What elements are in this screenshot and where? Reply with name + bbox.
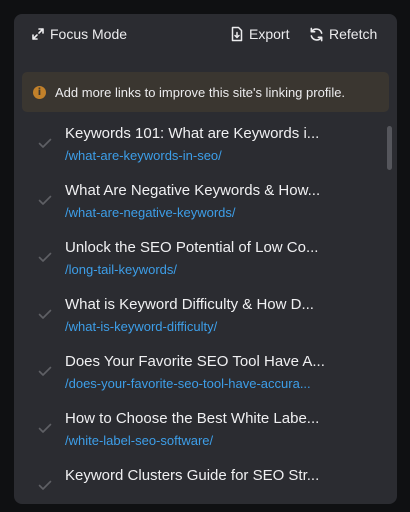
scrollbar-thumb[interactable] [387,126,392,170]
info-icon: i [33,85,46,99]
list-item[interactable]: How to Choose the Best White Labe... /wh… [22,403,382,460]
export-label: Export [249,26,290,42]
check-icon [38,421,52,439]
item-title: Keyword Clusters Guide for SEO Str... [65,467,320,484]
list-item[interactable]: Does Your Favorite SEO Tool Have A... /d… [22,346,382,403]
expand-icon [31,27,45,41]
list-item[interactable]: Keyword Clusters Guide for SEO Str... [22,460,382,504]
list-item[interactable]: What Are Negative Keywords & How... /wha… [22,175,382,232]
list-item[interactable]: What is Keyword Difficulty & How D... /w… [22,289,382,346]
item-url-link[interactable]: /does-your-favorite-seo-tool-have-accura… [65,376,350,391]
check-icon [38,307,52,325]
item-url-link[interactable]: /white-label-seo-software/ [65,433,350,448]
focus-mode-label: Focus Mode [50,26,128,42]
item-url-link[interactable]: /what-are-keywords-in-seo/ [65,148,350,163]
link-list: Keywords 101: What are Keywords i... /wh… [22,118,389,504]
item-url-link[interactable]: /what-is-keyword-difficulty/ [65,319,350,334]
item-url-link[interactable]: /what-are-negative-keywords/ [65,205,350,220]
check-icon [38,478,52,496]
links-panel: Focus Mode Export Refetch i Add more lin… [14,14,397,504]
notice-text: Add more links to improve this site's li… [55,84,346,100]
item-title: Keywords 101: What are Keywords i... [65,125,320,142]
linking-notice: i Add more links to improve this site's … [22,72,389,112]
list-item[interactable]: Unlock the SEO Potential of Low Co... /l… [22,232,382,289]
focus-mode-button[interactable]: Focus Mode [31,26,127,42]
item-url-link[interactable]: /long-tail-keywords/ [65,262,350,277]
item-title: Does Your Favorite SEO Tool Have A... [65,353,325,370]
refresh-icon [309,27,324,42]
refetch-button[interactable]: Refetch [309,26,377,42]
list-item[interactable]: Keywords 101: What are Keywords i... /wh… [22,118,382,175]
check-icon [38,136,52,154]
scrollbar[interactable] [387,126,392,504]
file-export-icon [230,26,244,42]
check-icon [38,364,52,382]
check-icon [38,193,52,211]
toolbar: Focus Mode Export Refetch [14,14,397,58]
export-button[interactable]: Export [230,26,289,42]
item-title: Unlock the SEO Potential of Low Co... [65,239,319,256]
refetch-label: Refetch [329,26,378,42]
item-title: How to Choose the Best White Labe... [65,410,320,427]
item-title: What is Keyword Difficulty & How D... [65,296,314,313]
item-title: What Are Negative Keywords & How... [65,182,321,199]
check-icon [38,250,52,268]
